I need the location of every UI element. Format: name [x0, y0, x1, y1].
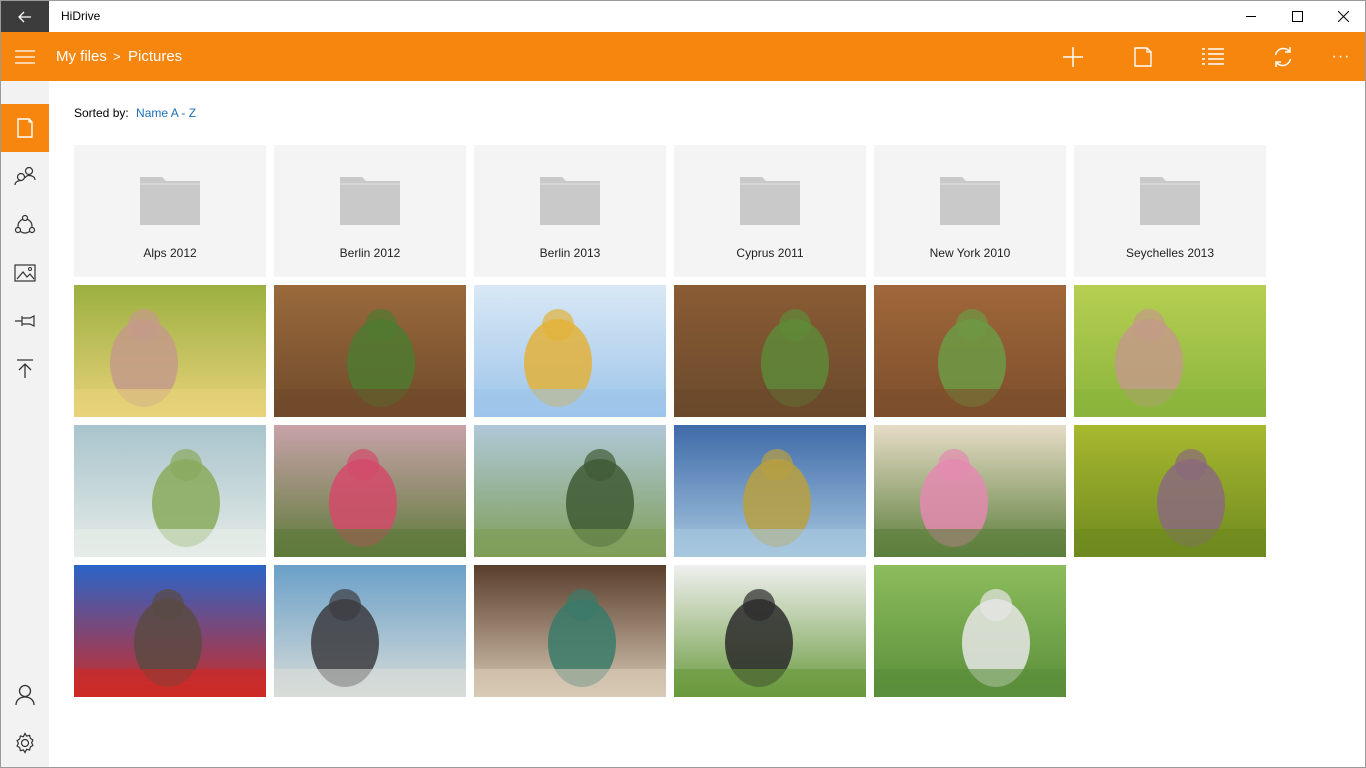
folder-name: New York 2010	[929, 246, 1011, 260]
photo-thumbnail-dog-in-grass[interactable]	[274, 285, 466, 417]
photo-thumbnail-girl-playing-in-park[interactable]	[674, 565, 866, 697]
folder-name: Berlin 2013	[539, 246, 601, 260]
hamburger-icon	[15, 49, 35, 64]
pictures-icon	[14, 264, 36, 282]
nav-account[interactable]	[1, 671, 49, 719]
photo-image	[274, 565, 466, 697]
folder-icon	[540, 177, 600, 225]
photo-image	[74, 425, 266, 557]
photo-image	[74, 285, 266, 417]
sort-label: Sorted by:	[74, 106, 129, 120]
photo-thumbnail-camper-van[interactable]	[74, 425, 266, 557]
photo-image	[74, 565, 266, 697]
nav-upload[interactable]	[1, 345, 49, 393]
breadcrumb-pictures[interactable]: Pictures	[128, 48, 182, 65]
folder-tile[interactable]: Berlin 2012	[274, 145, 466, 277]
app-header: My files > Pictures ···	[1, 32, 1365, 81]
photo-thumbnail-girl-with-cardboard-castle[interactable]	[874, 425, 1066, 557]
folder-name: Cyprus 2011	[736, 246, 804, 260]
folder-icon	[340, 177, 400, 225]
photo-image	[874, 285, 1066, 417]
nav-pictures[interactable]	[1, 249, 49, 297]
select-button[interactable]	[1119, 32, 1167, 81]
folder-tile[interactable]: New York 2010	[874, 145, 1066, 277]
more-button[interactable]: ···	[1317, 32, 1365, 81]
photo-image	[1074, 425, 1266, 557]
photo-thumbnail-toddler-on-blanket[interactable]	[674, 425, 866, 557]
photo-thumbnail-girl-in-orchard[interactable]	[1074, 425, 1266, 557]
add-button[interactable]	[1049, 32, 1097, 81]
photo-image	[1074, 285, 1266, 417]
nav-rail	[1, 81, 49, 767]
folder-icon	[740, 177, 800, 225]
maximize-button[interactable]	[1274, 1, 1320, 32]
title-bar: HiDrive	[1, 1, 1365, 32]
nav-files[interactable]	[1, 104, 49, 152]
photo-thumbnail-girl-blowing-bubbles[interactable]	[74, 285, 266, 417]
list-icon	[1202, 47, 1224, 65]
folder-tile[interactable]: Berlin 2013	[474, 145, 666, 277]
photo-image	[874, 425, 1066, 557]
close-button[interactable]	[1320, 1, 1366, 32]
folder-tile[interactable]: Seychelles 2013	[1074, 145, 1266, 277]
app-window: HiDrive My files > Pictures ··· Sorted b…	[0, 0, 1366, 768]
folder-icon	[940, 177, 1000, 225]
folder-tile[interactable]: Alps 2012	[74, 145, 266, 277]
nav-settings[interactable]	[1, 719, 49, 767]
maximize-icon	[1291, 11, 1303, 22]
share-links-icon	[14, 214, 36, 234]
photo-thumbnail-father-and-child-guitar[interactable]	[474, 565, 666, 697]
back-button[interactable]	[1, 1, 49, 32]
folder-name: Seychelles 2013	[1125, 246, 1215, 260]
refresh-icon	[1274, 46, 1292, 67]
photo-image	[474, 565, 666, 697]
minimize-icon	[1245, 16, 1256, 17]
sort-selector[interactable]: Name A - Z	[136, 106, 196, 120]
photo-image	[674, 565, 866, 697]
plus-icon	[1063, 46, 1083, 67]
photo-thumbnail-children-running[interactable]	[474, 425, 666, 557]
photo-thumbnail-child-washing-dishes[interactable]	[274, 565, 466, 697]
refresh-button[interactable]	[1259, 32, 1307, 81]
breadcrumb-my-files[interactable]: My files	[56, 48, 107, 65]
photo-thumbnail-child-walking-with-mother[interactable]	[274, 425, 466, 557]
breadcrumb-separator: >	[113, 49, 121, 64]
folder-name: Berlin 2012	[339, 246, 401, 260]
upload-icon	[17, 359, 33, 378]
photo-image	[274, 425, 466, 557]
photo-thumbnail-toy-cars[interactable]	[74, 565, 266, 697]
photo-image	[474, 285, 666, 417]
settings-icon	[16, 732, 34, 754]
photo-thumbnail-hot-air-balloons[interactable]	[474, 285, 666, 417]
photo-image	[474, 425, 666, 557]
file-icon	[17, 118, 33, 138]
menu-button[interactable]	[1, 32, 49, 81]
photo-thumbnail-boy-blowing-bubbles[interactable]	[874, 565, 1066, 697]
app-title: HiDrive	[61, 9, 101, 23]
folder-icon	[1140, 177, 1200, 225]
nav-pinned[interactable]	[1, 297, 49, 345]
photo-thumbnail-girl-in-meadow[interactable]	[1074, 285, 1266, 417]
account-icon	[15, 684, 35, 706]
select-icon	[1134, 46, 1152, 67]
nav-shared[interactable]	[1, 152, 49, 200]
photo-image	[274, 285, 466, 417]
nav-share-links[interactable]	[1, 201, 49, 249]
pin-icon	[15, 315, 35, 327]
minimize-button[interactable]	[1228, 1, 1274, 32]
folder-name: Alps 2012	[143, 246, 197, 260]
photo-image	[674, 285, 866, 417]
close-icon	[1337, 11, 1349, 22]
photo-thumbnail-dog-barking[interactable]	[674, 285, 866, 417]
photo-image	[874, 565, 1066, 697]
list-view-button[interactable]	[1189, 32, 1237, 81]
shared-users-icon	[14, 166, 36, 186]
sort-bar: Sorted by: Name A - Z	[74, 106, 196, 120]
photo-image	[674, 425, 866, 557]
folder-icon	[140, 177, 200, 225]
photo-thumbnail-dog-portrait[interactable]	[874, 285, 1066, 417]
arrow-left-icon	[18, 11, 31, 22]
folder-tile[interactable]: Cyprus 2011	[674, 145, 866, 277]
